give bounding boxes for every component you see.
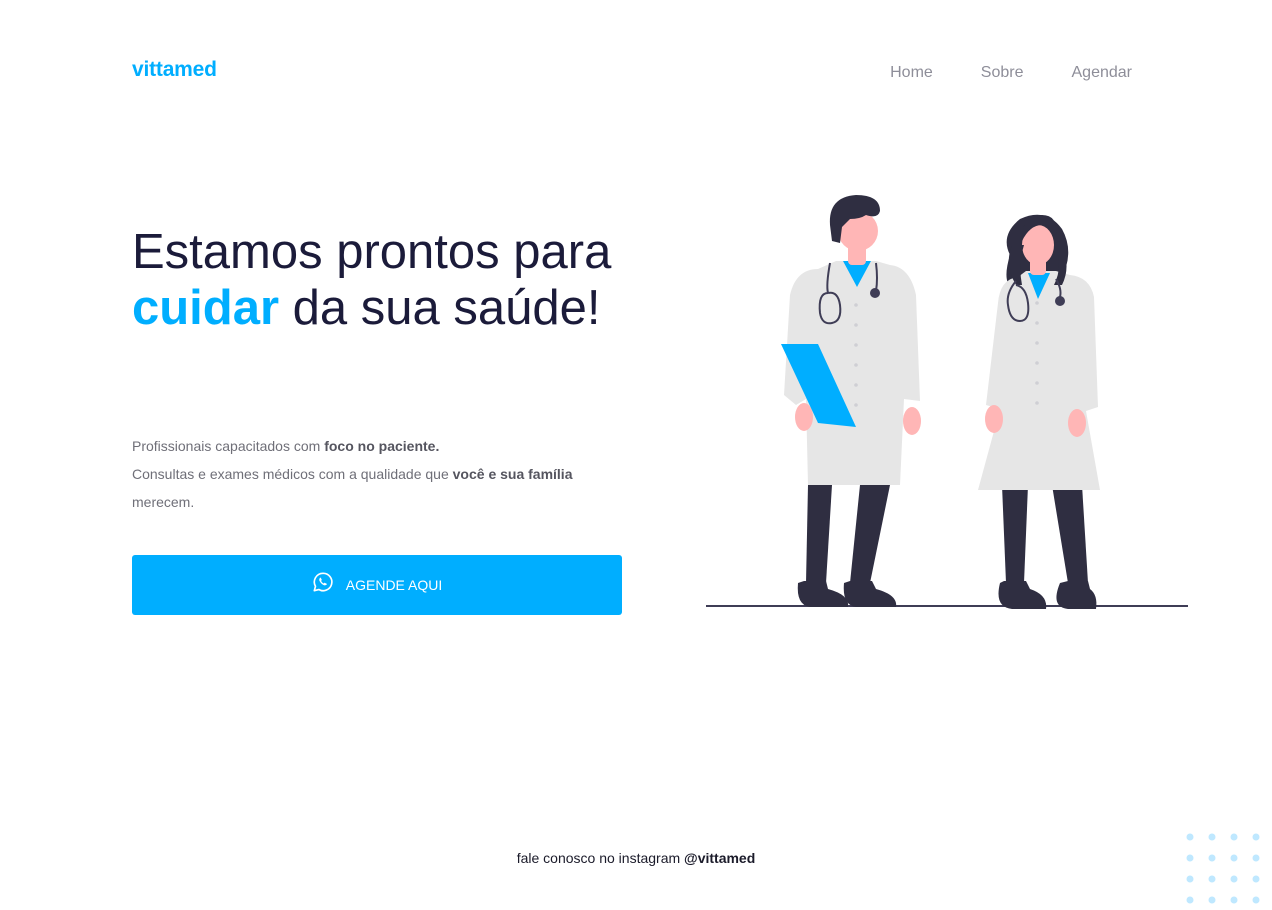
schedule-button[interactable]: AGENDE AQUI bbox=[132, 555, 622, 615]
desc-line2-prefix: Consultas e exames médicos com a qualida… bbox=[132, 466, 453, 482]
brand-logo[interactable]: vittamed bbox=[132, 58, 217, 82]
doctors-illustration bbox=[706, 195, 1188, 609]
hero-description: Profissionais capacitados com foco no pa… bbox=[132, 432, 602, 516]
decorative-dots bbox=[1186, 833, 1260, 904]
female-doctor-figure bbox=[978, 214, 1100, 609]
footer: fale conosco no instagram @vittamed bbox=[0, 850, 1272, 866]
schedule-button-label: AGENDE AQUI bbox=[345, 577, 443, 593]
hero-title-part2: da sua saúde! bbox=[279, 281, 601, 335]
male-doctor-figure bbox=[781, 195, 921, 607]
desc-line2-bold: você e sua família bbox=[452, 466, 573, 482]
desc-line1-prefix: Profissionais capacitados com bbox=[132, 438, 325, 454]
nav-sobre-link[interactable]: Sobre bbox=[981, 64, 1024, 82]
hero-title-part1: Estamos prontos para bbox=[132, 225, 612, 279]
instagram-handle-link[interactable]: @vittamed bbox=[684, 850, 755, 866]
nav-agendar-link[interactable]: Agendar bbox=[1072, 64, 1133, 82]
desc-line2-suffix: merecem. bbox=[132, 494, 195, 510]
hero-title: Estamos prontos para cuidar da sua saúde… bbox=[132, 224, 632, 336]
nav-home-link[interactable]: Home bbox=[890, 64, 933, 82]
hero-title-highlight: cuidar bbox=[132, 281, 280, 335]
whatsapp-icon bbox=[313, 572, 333, 592]
footer-text: fale conosco no instagram bbox=[516, 850, 685, 866]
main-nav: Home Sobre Agendar bbox=[890, 64, 1132, 82]
desc-line1-bold: foco no paciente. bbox=[324, 438, 440, 454]
